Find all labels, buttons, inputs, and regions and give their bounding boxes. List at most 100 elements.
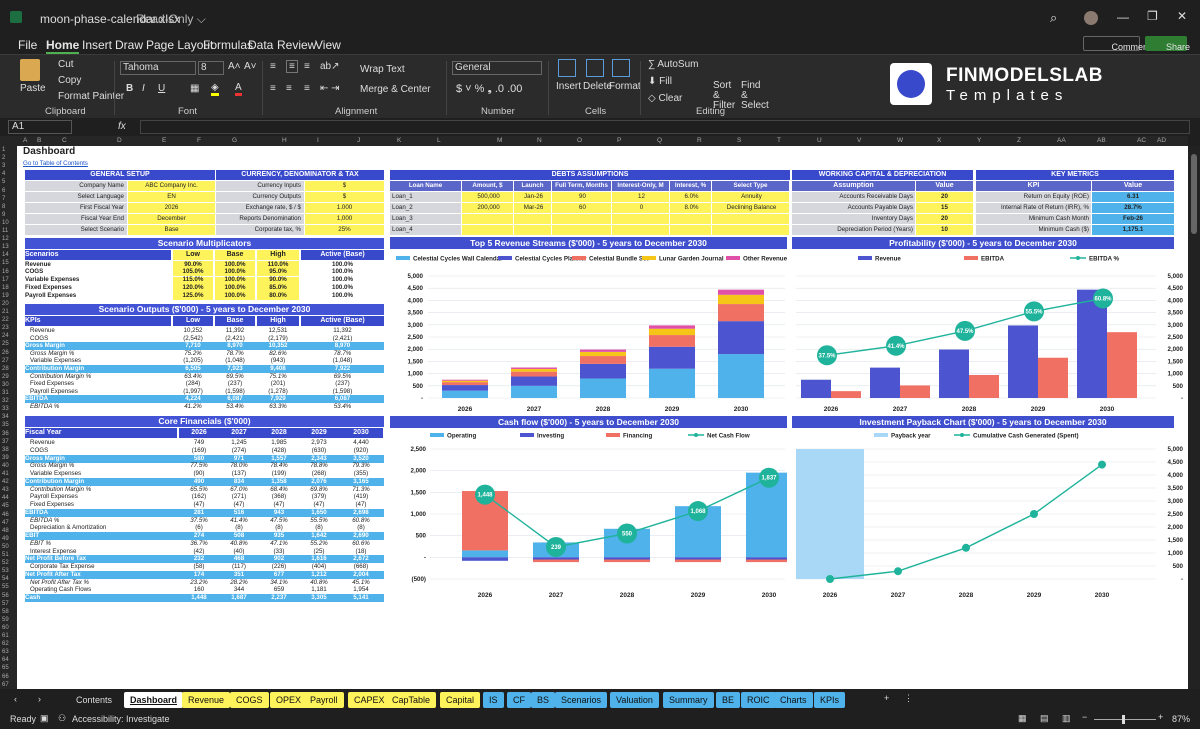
row-header[interactable]: 48	[2, 528, 9, 534]
column-header[interactable]: X	[937, 137, 941, 144]
row-header[interactable]: 50	[2, 544, 9, 550]
debts-cell[interactable]: 6.0%	[670, 193, 711, 201]
row-header[interactable]: 60	[2, 625, 9, 631]
row-header[interactable]: 58	[2, 609, 9, 615]
row-header[interactable]: 37	[2, 439, 9, 445]
profitability-chart[interactable]: Revenue EBITDA EBITDA % 5,000 4,500 4,000 3,50…	[792, 250, 1188, 418]
bold-icon[interactable]: B	[126, 83, 133, 94]
row-header[interactable]: 49	[2, 536, 9, 542]
column-header[interactable]: V	[857, 137, 861, 144]
wrap-text-button[interactable]: Wrap Text	[360, 64, 405, 75]
indent-icon[interactable]: ⇤ ⇥	[320, 83, 340, 94]
tab-cogs[interactable]: COGS	[230, 692, 269, 708]
row-header[interactable]: 6	[2, 188, 5, 194]
merge-center-button[interactable]: Merge & Center	[360, 84, 431, 95]
italic-icon[interactable]: I	[142, 83, 145, 94]
row-header[interactable]: 45	[2, 503, 9, 509]
row-header[interactable]: 46	[2, 512, 9, 518]
row-header[interactable]: 7	[2, 196, 5, 202]
tab-payroll[interactable]: Payroll	[304, 692, 344, 708]
column-header[interactable]: D	[117, 137, 122, 144]
row-header[interactable]: 13	[2, 244, 9, 250]
column-header[interactable]: C	[62, 137, 67, 144]
column-header[interactable]: E	[162, 137, 166, 144]
zoom-in-icon[interactable]: +	[1158, 712, 1163, 722]
general-setup-value[interactable]: EN	[128, 193, 215, 201]
row-header[interactable]: 21	[2, 309, 9, 315]
debts-cell-bg[interactable]	[612, 225, 669, 235]
align-center-icon[interactable]: ≡	[286, 83, 292, 94]
currency-setup-value[interactable]: 1,000	[305, 215, 384, 223]
debts-cell[interactable]: 0	[612, 204, 669, 212]
debts-cell[interactable]: Jan-26	[514, 193, 551, 201]
borders-icon[interactable]: ▦	[190, 83, 199, 94]
row-header[interactable]: 41	[2, 471, 9, 477]
toc-link[interactable]: Go to Table of Contents	[23, 160, 88, 168]
scenario-cell[interactable]: 80.0%	[257, 292, 299, 300]
row-header[interactable]: 16	[2, 269, 9, 275]
row-header[interactable]: 53	[2, 568, 9, 574]
row-header[interactable]: 20	[2, 301, 9, 307]
debts-cell-bg[interactable]	[462, 214, 513, 224]
row-header[interactable]: 14	[2, 252, 9, 258]
align-middle-icon[interactable]: ≡	[286, 60, 298, 73]
row-header[interactable]: 23	[2, 325, 9, 331]
accessibility-icon[interactable]: ⚇	[58, 713, 66, 724]
debts-cell-bg[interactable]	[612, 214, 669, 224]
row-header[interactable]: 15	[2, 260, 9, 266]
row-header[interactable]: 28	[2, 366, 9, 372]
row-header[interactable]: 66	[2, 674, 9, 680]
debts-cell[interactable]: Declining Balance	[712, 204, 789, 212]
column-header[interactable]: O	[577, 137, 582, 144]
scenario-cell[interactable]: 105.0%	[173, 268, 213, 276]
tab-is[interactable]: IS	[483, 692, 504, 708]
scenario-cell[interactable]: 90.0%	[257, 276, 299, 284]
column-header[interactable]: Y	[977, 137, 981, 144]
column-header[interactable]: N	[537, 137, 542, 144]
row-header[interactable]: 42	[2, 479, 9, 485]
menu-file[interactable]: File	[18, 38, 37, 52]
row-header[interactable]: 52	[2, 560, 9, 566]
tab-contents[interactable]: Contents	[70, 692, 119, 708]
scenario-cell[interactable]: 120.0%	[173, 284, 213, 292]
tab-roic[interactable]: ROIC	[741, 692, 776, 708]
row-header[interactable]: 12	[2, 236, 9, 242]
tab-bs[interactable]: BS	[531, 692, 556, 708]
scenario-cell[interactable]: 100.0%	[215, 284, 255, 292]
scenario-cell[interactable]: 110.0%	[257, 261, 299, 269]
scenario-cell[interactable]: 100.0%	[215, 276, 255, 284]
font-size-select[interactable]: 8	[198, 61, 224, 75]
grow-font-icon[interactable]: A˄	[228, 61, 241, 72]
delete-cells-icon[interactable]	[586, 59, 604, 77]
currency-icon[interactable]: $ ˅ % ❟ .0 .00	[456, 83, 522, 96]
row-header[interactable]: 67	[2, 682, 9, 688]
row-header[interactable]: 47	[2, 520, 9, 526]
scenario-cell[interactable]: 100.0%	[215, 261, 255, 269]
row-header[interactable]: 56	[2, 593, 9, 599]
row-header[interactable]: 65	[2, 665, 9, 671]
align-left-icon[interactable]: ≡	[270, 83, 276, 94]
column-header[interactable]: P	[617, 137, 621, 144]
underline-icon[interactable]: U	[158, 83, 165, 94]
row-header[interactable]: 43	[2, 487, 9, 493]
debts-cell-bg[interactable]	[552, 214, 611, 224]
column-header[interactable]: AB	[1097, 137, 1106, 144]
number-format-select[interactable]: General	[452, 61, 542, 75]
column-header[interactable]: A	[23, 137, 27, 144]
column-header[interactable]: B	[37, 137, 41, 144]
debts-cell-bg[interactable]	[514, 214, 551, 224]
tab-be[interactable]: BE	[716, 692, 741, 708]
column-header[interactable]: L	[437, 137, 441, 144]
row-header[interactable]: 51	[2, 552, 9, 558]
row-header[interactable]: 2	[2, 155, 5, 161]
tab-next-icon[interactable]: ›	[38, 694, 41, 704]
row-header[interactable]: 40	[2, 463, 9, 469]
debts-cell[interactable]: 500,000	[462, 193, 513, 201]
share-button[interactable]: Share	[1145, 36, 1190, 52]
accessibility-status[interactable]: Accessibility: Investigate	[72, 714, 170, 724]
search-icon[interactable]: ⌕	[1050, 10, 1057, 26]
row-header[interactable]: 62	[2, 641, 9, 647]
tab-prev-icon[interactable]: ‹	[14, 694, 17, 704]
align-bottom-icon[interactable]: ≡	[304, 61, 310, 72]
readonly-label[interactable]: Read-Only ⌵	[136, 12, 206, 27]
